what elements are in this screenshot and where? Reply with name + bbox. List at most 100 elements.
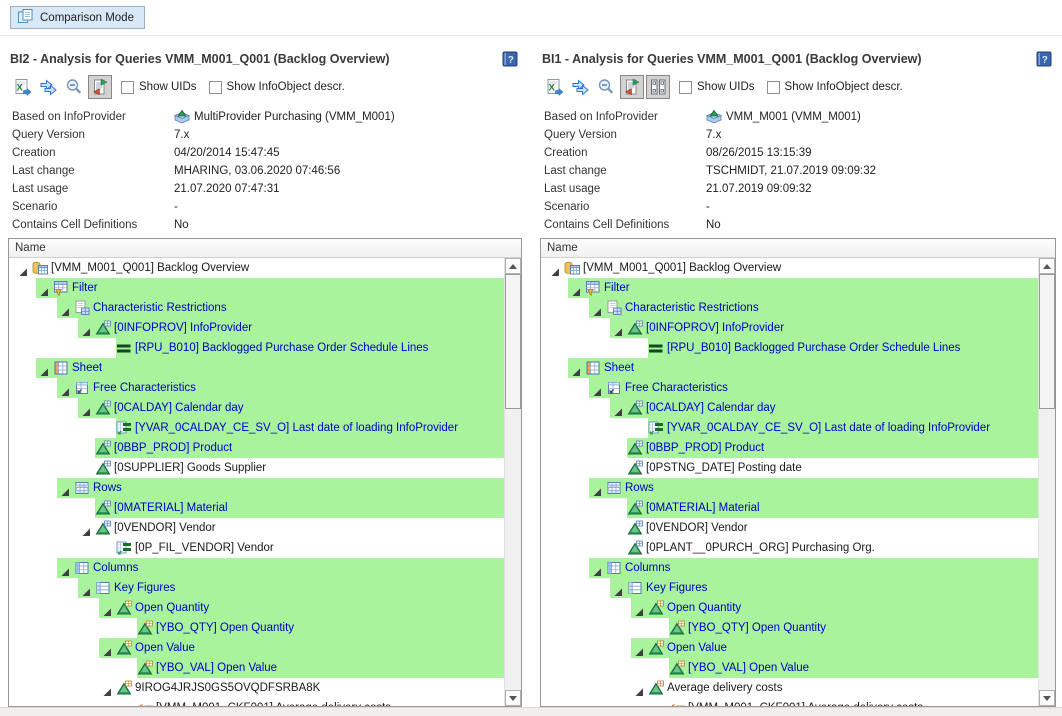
expander-icon[interactable] [61, 304, 70, 313]
checkbox-show-uids[interactable]: Show UIDs [679, 81, 755, 94]
vertical-scrollbar[interactable] [504, 258, 521, 706]
tree-row[interactable]: [YBO_VAL] Open Value [541, 658, 1038, 678]
compare-import-icon[interactable] [620, 75, 644, 99]
tree-row[interactable]: Rows [9, 478, 504, 498]
tree-row[interactable]: [0BBP_PROD] Product [541, 438, 1038, 458]
tree-row[interactable]: [0CALDAY] Calendar day [9, 398, 504, 418]
tree-row[interactable]: Sheet [541, 358, 1038, 378]
tree-row[interactable]: Characteristic Restrictions [9, 298, 504, 318]
comparison-mode-button[interactable]: Comparison Mode [10, 6, 145, 29]
tree-row[interactable]: f[VMM_M001_CKF001] Average delivery cost… [541, 698, 1038, 706]
tree-row[interactable]: [0VENDOR] Vendor [9, 518, 504, 538]
tree-row[interactable]: [VMM_M001_Q001] Backlog Overview [9, 258, 504, 278]
compare-import-icon[interactable] [88, 75, 112, 99]
expander-icon[interactable] [593, 304, 602, 313]
tree-row[interactable]: 9IROG4JRJS0GS5OVQDFSRBA8K [9, 678, 504, 698]
scroll-track[interactable] [505, 274, 521, 690]
help-icon[interactable]: ? [502, 51, 518, 67]
tree-row[interactable]: Columns [541, 558, 1038, 578]
expander-icon[interactable] [19, 264, 28, 273]
expander-icon[interactable] [614, 584, 623, 593]
tree-row[interactable]: [0MATERIAL] Material [541, 498, 1038, 518]
scroll-down-button[interactable] [1039, 690, 1055, 706]
tree-row[interactable]: [YBO_QTY] Open Quantity [9, 618, 504, 638]
checkbox-box[interactable] [767, 81, 780, 94]
grid-compare-icon[interactable] [646, 75, 670, 99]
expander-icon[interactable] [656, 704, 665, 707]
transfer-icon[interactable] [36, 75, 60, 99]
expander-icon[interactable] [61, 384, 70, 393]
scroll-thumb[interactable] [505, 274, 521, 409]
expander-icon[interactable] [103, 604, 112, 613]
expander-icon[interactable] [572, 364, 581, 373]
expander-icon[interactable] [635, 684, 644, 693]
help-icon[interactable]: ? [1036, 51, 1052, 67]
tree-row[interactable]: Columns [9, 558, 504, 578]
scroll-up-button[interactable] [1039, 258, 1055, 274]
scroll-track[interactable] [1039, 274, 1055, 690]
tree-row[interactable]: [VMM_M001_Q001] Backlog Overview [541, 258, 1038, 278]
tree-row[interactable]: Open Quantity [9, 598, 504, 618]
export-excel-icon[interactable]: X [542, 75, 566, 99]
transfer-icon[interactable] [568, 75, 592, 99]
scroll-down-button[interactable] [505, 690, 521, 706]
tree-row[interactable]: [0P_FIL_VENDOR] Vendor [9, 538, 504, 558]
expander-icon[interactable] [635, 604, 644, 613]
tree-row[interactable]: Average delivery costs [541, 678, 1038, 698]
tree-row[interactable]: [0PLANT__0PURCH_ORG] Purchasing Org. [541, 538, 1038, 558]
tree-row[interactable]: Sheet [9, 358, 504, 378]
vertical-scrollbar[interactable] [1038, 258, 1055, 706]
tree-row[interactable]: f[VMM_M001_CKF001] Average delivery cost… [9, 698, 504, 706]
tree-row[interactable]: Open Quantity [541, 598, 1038, 618]
expander-icon[interactable] [614, 324, 623, 333]
tree-row[interactable]: Open Value [541, 638, 1038, 658]
tree-row[interactable]: [YVAR_0CALDAY_CE_SV_O] Last date of load… [9, 418, 504, 438]
expander-icon[interactable] [61, 564, 70, 573]
checkbox-box[interactable] [679, 81, 692, 94]
scroll-thumb[interactable] [1039, 274, 1055, 409]
expander-icon[interactable] [82, 524, 91, 533]
expander-icon[interactable] [82, 404, 91, 413]
expander-icon[interactable] [635, 644, 644, 653]
tree-row[interactable]: [0MATERIAL] Material [9, 498, 504, 518]
tree-row[interactable]: [YBO_VAL] Open Value [9, 658, 504, 678]
tree-row[interactable]: [YVAR_0CALDAY_CE_SV_O] Last date of load… [541, 418, 1038, 438]
export-excel-icon[interactable]: X [10, 75, 34, 99]
checkbox-show-infoobject-descr[interactable]: Show InfoObject descr. [209, 81, 345, 94]
expander-icon[interactable] [593, 564, 602, 573]
expander-icon[interactable] [40, 284, 49, 293]
expander-icon[interactable] [82, 324, 91, 333]
tree-row[interactable]: [0SUPPLIER] Goods Supplier [9, 458, 504, 478]
expander-icon[interactable] [124, 704, 133, 707]
expander-icon[interactable] [82, 584, 91, 593]
expander-icon[interactable] [572, 284, 581, 293]
checkbox-box[interactable] [209, 81, 222, 94]
tree-row[interactable]: Filter [9, 278, 504, 298]
tree-row[interactable]: [0INFOPROV] InfoProvider [541, 318, 1038, 338]
expander-icon[interactable] [551, 264, 560, 273]
expander-icon[interactable] [103, 644, 112, 653]
tree-row[interactable]: Characteristic Restrictions [541, 298, 1038, 318]
expander-icon[interactable] [103, 684, 112, 693]
zoom-out-icon[interactable] [62, 75, 86, 99]
expander-icon[interactable] [40, 364, 49, 373]
tree-row[interactable]: [0PSTNG_DATE] Posting date [541, 458, 1038, 478]
tree-row[interactable]: [0VENDOR] Vendor [541, 518, 1038, 538]
scroll-up-button[interactable] [505, 258, 521, 274]
tree-row[interactable]: Open Value [9, 638, 504, 658]
checkbox-box[interactable] [121, 81, 134, 94]
zoom-out-icon[interactable] [594, 75, 618, 99]
tree-row[interactable]: [YBO_QTY] Open Quantity [541, 618, 1038, 638]
tree-row[interactable]: Key Figures [541, 578, 1038, 598]
tree-row[interactable]: [RPU_B010] Backlogged Purchase Order Sch… [9, 338, 504, 358]
tree-row[interactable]: Key Figures [9, 578, 504, 598]
tree-row[interactable]: Free Characteristics [541, 378, 1038, 398]
tree-row[interactable]: Filter [541, 278, 1038, 298]
tree-row[interactable]: Rows [541, 478, 1038, 498]
checkbox-show-infoobject-descr[interactable]: Show InfoObject descr. [767, 81, 903, 94]
checkbox-show-uids[interactable]: Show UIDs [121, 81, 197, 94]
expander-icon[interactable] [614, 404, 623, 413]
tree-row[interactable]: [0CALDAY] Calendar day [541, 398, 1038, 418]
tree-row[interactable]: [0BBP_PROD] Product [9, 438, 504, 458]
expander-icon[interactable] [61, 484, 70, 493]
